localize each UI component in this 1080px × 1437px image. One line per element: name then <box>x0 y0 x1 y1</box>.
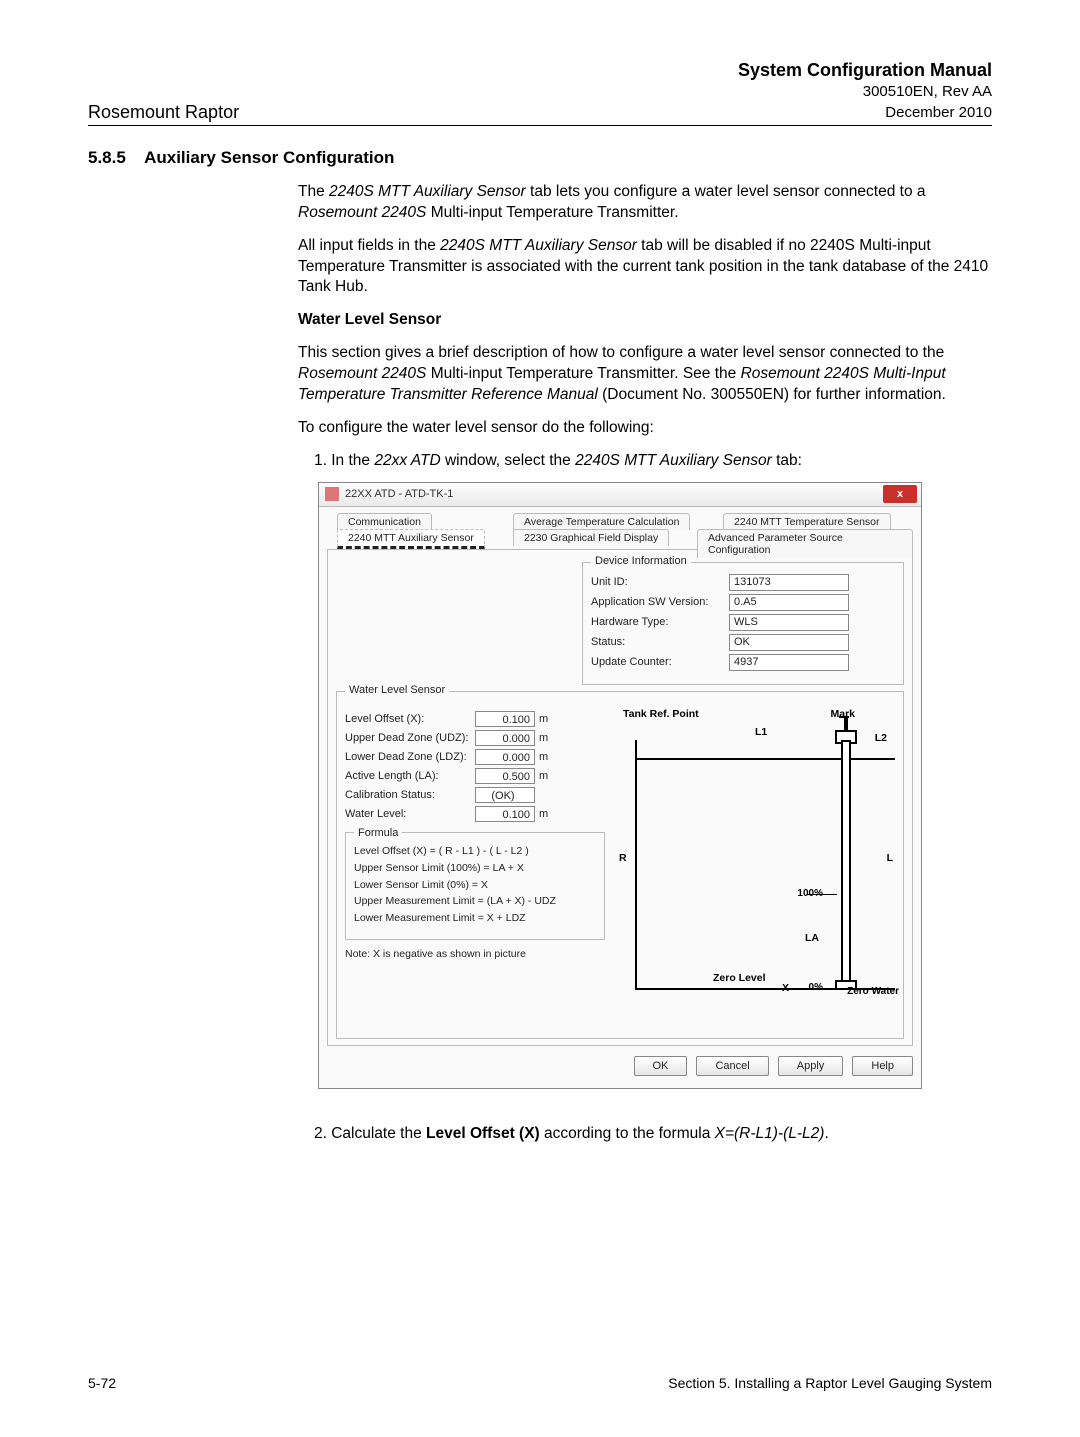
input-udz[interactable]: 0.000 <box>475 730 535 746</box>
row-update-counter: Update Counter:4937 <box>591 654 895 671</box>
input-level-offset[interactable]: 0.100 <box>475 711 535 727</box>
tab-panel: Device Information Unit ID:131073 Applic… <box>327 549 913 1046</box>
tab-2240-mtt-aux-sensor[interactable]: 2240 MTT Auxiliary Sensor <box>337 529 485 549</box>
value-status: OK <box>729 634 849 651</box>
doc-date: December 2010 <box>738 103 992 123</box>
formula-line: Lower Sensor Limit (0%) = X <box>354 877 596 894</box>
step-1: 1. In the 22xx ATD window, select the 22… <box>314 451 992 472</box>
step-2: 2. Calculate the Level Offset (X) accord… <box>314 1125 992 1143</box>
help-button[interactable]: Help <box>852 1056 913 1076</box>
row-status: Status:OK <box>591 634 895 651</box>
value-update-counter: 4937 <box>729 654 849 671</box>
tab-2240-mtt-temp-sensor[interactable]: 2240 MTT Temperature Sensor <box>723 513 891 530</box>
page-footer: 5-72 Section 5. Installing a Raptor Leve… <box>88 1375 992 1391</box>
window-title: 22XX ATD - ATD-TK-1 <box>345 488 453 500</box>
tank-diagram: Tank Ref. Point Mark L1 L2 <box>615 708 895 1028</box>
section-title-text: Auxiliary Sensor Configuration <box>144 148 394 167</box>
label-r: R <box>619 852 627 864</box>
formula-line: Level Offset (X) = ( R - L1 ) - ( L - L2… <box>354 843 596 860</box>
section-number: 5.8.5 <box>88 148 126 167</box>
section-heading: 5.8.5 Auxiliary Sensor Configuration <box>88 148 992 168</box>
titlebar: 22XX ATD - ATD-TK-1 x <box>319 483 921 507</box>
subheading-water-level-sensor: Water Level Sensor <box>298 310 992 331</box>
header-left: Rosemount Raptor <box>88 102 239 123</box>
formula-line: Upper Sensor Limit (100%) = LA + X <box>354 860 596 877</box>
close-button[interactable]: x <box>883 485 917 503</box>
input-active-length[interactable]: 0.500 <box>475 768 535 784</box>
device-info-legend: Device Information <box>591 555 691 567</box>
manual-title: System Configuration Manual <box>738 58 992 82</box>
label-l1: L1 <box>755 726 767 738</box>
formula-line: Lower Measurement Limit = X + LDZ <box>354 910 596 927</box>
dialog-22xx-atd: 22XX ATD - ATD-TK-1 x Communication Aver… <box>318 482 922 1089</box>
tab-communication[interactable]: Communication <box>337 513 432 530</box>
para-3: This section gives a brief description o… <box>298 343 992 406</box>
section-footer: Section 5. Installing a Raptor Level Gau… <box>668 1375 992 1391</box>
water-level-sensor-group: Water Level Sensor Level Offset (X):0.10… <box>336 691 904 1039</box>
value-cal-status: (OK) <box>475 787 535 803</box>
window-icon <box>325 487 339 501</box>
para-4: To configure the water level sensor do t… <box>298 418 992 439</box>
tab-avg-temp-calc[interactable]: Average Temperature Calculation <box>513 513 690 530</box>
tab-adv-param-source[interactable]: Advanced Parameter Source Configuration <box>697 529 913 558</box>
cancel-button[interactable]: Cancel <box>696 1056 768 1076</box>
label-l: L <box>887 852 893 864</box>
probe-icon <box>833 716 859 990</box>
tab-strip: Communication Average Temperature Calcul… <box>327 513 913 549</box>
label-100: 100% <box>797 888 823 899</box>
ok-button[interactable]: OK <box>634 1056 688 1076</box>
doc-rev: 300510EN, Rev AA <box>738 82 992 102</box>
tab-2230-gfd[interactable]: 2230 Graphical Field Display <box>513 529 669 546</box>
apply-button[interactable]: Apply <box>778 1056 844 1076</box>
para-2: All input fields in the 2240S MTT Auxili… <box>298 236 992 299</box>
value-hw-type: WLS <box>729 614 849 631</box>
input-ldz[interactable]: 0.000 <box>475 749 535 765</box>
page-number: 5-72 <box>88 1375 116 1391</box>
row-unit-id: Unit ID:131073 <box>591 574 895 591</box>
label-zero-water: Zero Water <box>847 986 899 997</box>
label-zero-level: Zero Level <box>713 972 766 984</box>
value-unit-id: 131073 <box>729 574 849 591</box>
wls-legend: Water Level Sensor <box>345 684 449 696</box>
formula-legend: Formula <box>354 825 402 843</box>
row-app-sw-version: Application SW Version:0.A5 <box>591 594 895 611</box>
formula-note: Note: X is negative as shown in picture <box>345 948 605 960</box>
wls-fields: Level Offset (X):0.100m Upper Dead Zone … <box>345 708 605 1028</box>
page-header: Rosemount Raptor System Configuration Ma… <box>88 58 992 126</box>
para-1: The 2240S MTT Auxiliary Sensor tab lets … <box>298 182 992 224</box>
value-water-level: 0.100 <box>475 806 535 822</box>
device-information-group: Device Information Unit ID:131073 Applic… <box>582 562 904 685</box>
label-x: X <box>782 982 789 994</box>
label-la: LA <box>805 932 819 944</box>
window-body: Communication Average Temperature Calcul… <box>319 507 921 1088</box>
dialog-buttons: OK Cancel Apply Help <box>327 1046 913 1078</box>
label-tank-ref-point: Tank Ref. Point <box>623 708 699 720</box>
header-right: System Configuration Manual 300510EN, Re… <box>738 58 992 123</box>
row-hardware-type: Hardware Type:WLS <box>591 614 895 631</box>
label-0: 0% <box>809 982 823 993</box>
formula-group: Formula Level Offset (X) = ( R - L1 ) - … <box>345 832 605 940</box>
label-l2: L2 <box>875 732 887 744</box>
formula-line: Upper Measurement Limit = (LA + X) - UDZ <box>354 893 596 910</box>
value-app-sw: 0.A5 <box>729 594 849 611</box>
